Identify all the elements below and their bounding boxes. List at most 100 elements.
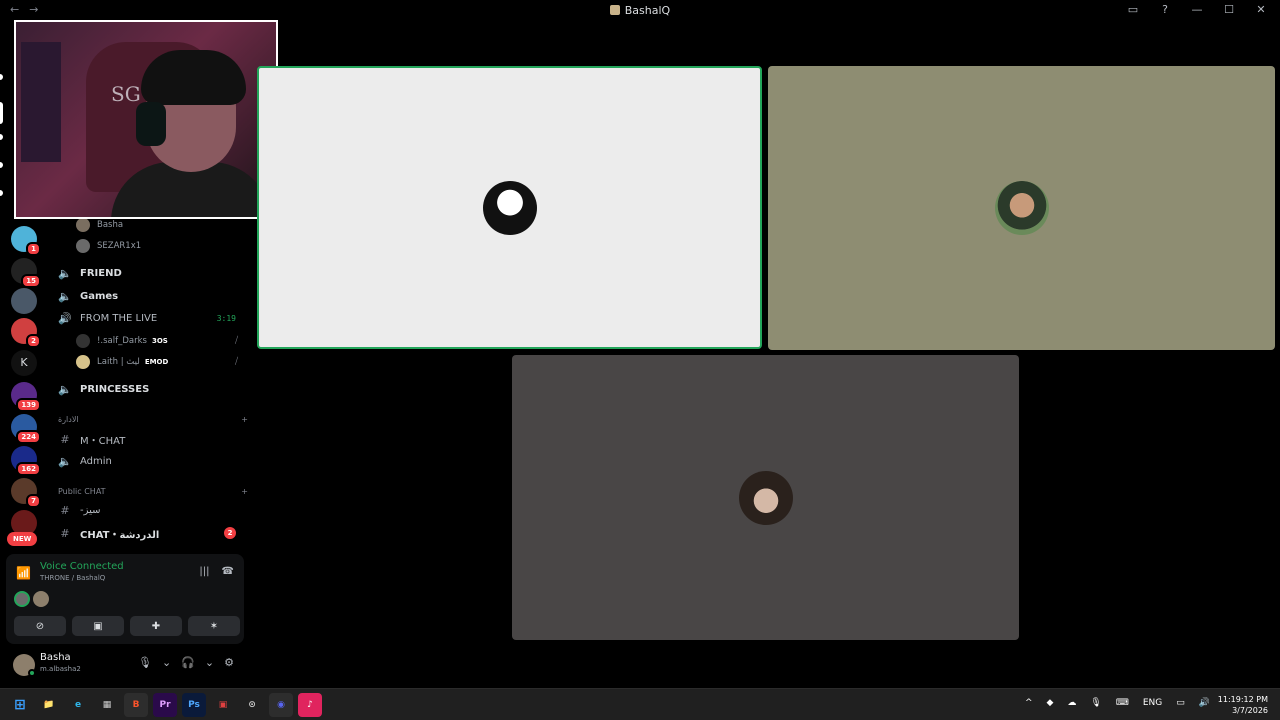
chevron-down-icon[interactable]: ⌄ bbox=[205, 656, 214, 669]
volume-icon[interactable]: 🔊 bbox=[1199, 698, 1210, 708]
server-badge: 2 bbox=[26, 334, 41, 348]
minimize-button[interactable]: — bbox=[1190, 3, 1204, 16]
voice-status[interactable]: Voice Connected bbox=[40, 561, 124, 572]
video-tile-speaking[interactable] bbox=[257, 66, 762, 349]
background-shelf bbox=[21, 42, 61, 162]
clock-time: 11:19:12 PM bbox=[1217, 695, 1268, 704]
voice-channel-princesses[interactable]: 🔈 PRINCESSES bbox=[58, 379, 248, 399]
start-button[interactable]: ⊞ bbox=[8, 693, 32, 717]
voice-channel-games[interactable]: 🔈 Games bbox=[58, 286, 248, 306]
user-name[interactable]: Basha bbox=[40, 652, 71, 663]
server-icon[interactable]: 7 bbox=[11, 478, 41, 508]
onedrive-icon[interactable]: ☁ bbox=[1067, 698, 1076, 708]
text-channel-m-chat[interactable]: # M・CHAT bbox=[58, 429, 248, 449]
voice-user-name: !.salf_Darks bbox=[97, 336, 147, 346]
video-tile[interactable] bbox=[512, 355, 1019, 640]
file-explorer-icon[interactable]: 📁 bbox=[37, 693, 61, 717]
voice-channel-live[interactable]: 🔊 FROM THE LIVE 3:19 bbox=[58, 308, 248, 328]
edge-icon[interactable]: e bbox=[66, 693, 90, 717]
screen-share-button[interactable]: ▣ bbox=[72, 616, 124, 636]
gear-icon[interactable]: ⚙ bbox=[224, 656, 234, 669]
add-channel-icon[interactable]: + bbox=[241, 487, 248, 496]
server-indicator bbox=[0, 102, 3, 124]
category-label: الادارة bbox=[58, 415, 79, 424]
voice-user[interactable]: !.salf_Darks 3OS bbox=[76, 332, 168, 350]
brave-icon[interactable]: B bbox=[124, 693, 148, 717]
channel-name: FRIEND bbox=[80, 267, 122, 279]
server-badge: 1 bbox=[26, 242, 41, 256]
store-icon[interactable]: ▦ bbox=[95, 693, 119, 717]
steam-icon[interactable]: ⊙ bbox=[240, 693, 264, 717]
server-icon[interactable]: 2 bbox=[11, 318, 41, 348]
voice-user[interactable]: Laith | ليث EMOD bbox=[76, 353, 168, 371]
chair-logo: SG bbox=[111, 82, 141, 106]
signal-icon[interactable]: 📶 bbox=[16, 566, 32, 582]
category-public-chat[interactable]: Public CHAT + bbox=[58, 487, 248, 496]
server-icon[interactable]: 162 bbox=[11, 446, 41, 476]
tiktok-icon[interactable]: ♪ bbox=[298, 693, 322, 717]
app-icon[interactable]: ▣ bbox=[211, 693, 235, 717]
voice-location[interactable]: THRONE / BashalQ bbox=[40, 574, 105, 582]
soundboard-button[interactable]: ✶ bbox=[188, 616, 240, 636]
voice-channel-admin[interactable]: 🔈 Admin bbox=[58, 451, 248, 471]
voice-user[interactable]: SEZAR1x1 bbox=[76, 237, 141, 255]
category-admin[interactable]: الادارة + bbox=[58, 415, 248, 424]
text-channel-chat[interactable]: # CHAT・الدردشة 2 bbox=[58, 523, 248, 543]
server-indicator bbox=[0, 134, 3, 140]
channel-name: -سيز bbox=[80, 504, 101, 516]
premiere-icon[interactable]: Pr bbox=[153, 693, 177, 717]
microphone-icon[interactable]: 🎙 bbox=[1090, 698, 1101, 708]
keyboard-icon[interactable]: ⌨ bbox=[1116, 698, 1129, 708]
text-channel[interactable]: # -سيز bbox=[58, 500, 248, 520]
person-hair bbox=[141, 50, 246, 105]
help-icon[interactable]: ? bbox=[1158, 3, 1172, 16]
server-icon[interactable]: 139 bbox=[11, 382, 41, 412]
voice-user-name: SEZAR1x1 bbox=[97, 241, 142, 251]
activities-button[interactable]: ✚ bbox=[130, 616, 182, 636]
voice-channel-friend[interactable]: 🔈 FRIEND bbox=[58, 263, 248, 283]
video-tile[interactable] bbox=[768, 66, 1275, 350]
microphone-icon[interactable]: 🎙 bbox=[138, 656, 152, 669]
clock[interactable]: 11:19:12 PM 3/7/2026 bbox=[1218, 694, 1268, 716]
avatar bbox=[76, 355, 90, 369]
headphones-icon[interactable]: 🎧 bbox=[181, 656, 195, 669]
discord-app: ← → BashalQ ▭ ? — ☐ ✕ 1 15 2 K 139 224 1… bbox=[0, 0, 1280, 688]
server-icon-k[interactable]: K bbox=[11, 350, 37, 376]
voice-user-name: Basha bbox=[97, 220, 124, 230]
server-icon[interactable]: 15 bbox=[11, 258, 41, 288]
disconnect-icon[interactable]: ☎ bbox=[222, 566, 234, 577]
server-badge: 139 bbox=[16, 398, 41, 412]
channel-name: PRINCESSES bbox=[80, 383, 150, 395]
speaker-icon: 🔈 bbox=[58, 382, 72, 396]
user-handle: m.albasha2 bbox=[40, 665, 81, 673]
server-badge: 224 bbox=[16, 430, 41, 444]
speaker-icon: 🔈 bbox=[58, 266, 72, 280]
tray-overflow-icon[interactable]: ^ bbox=[1025, 698, 1033, 708]
discord-icon[interactable]: ◉ bbox=[269, 693, 293, 717]
speaker-icon: 🔊 bbox=[58, 311, 72, 325]
close-button[interactable]: ✕ bbox=[1254, 3, 1268, 16]
unread-badge: 2 bbox=[224, 527, 236, 539]
language-indicator[interactable]: ENG bbox=[1143, 698, 1162, 708]
server-indicator bbox=[0, 74, 3, 80]
window-title: BashalQ bbox=[0, 4, 1280, 17]
new-badge[interactable]: NEW bbox=[7, 532, 38, 546]
server-icon[interactable]: 1 bbox=[11, 226, 41, 256]
maximize-button[interactable]: ☐ bbox=[1222, 3, 1236, 16]
noise-suppression-icon[interactable]: ||| bbox=[199, 566, 209, 577]
speaker-icon: 🔈 bbox=[58, 289, 72, 303]
inbox-icon[interactable]: ▭ bbox=[1126, 3, 1140, 16]
photoshop-icon[interactable]: Ps bbox=[182, 693, 206, 717]
tray-app-icon[interactable]: ◆ bbox=[1047, 698, 1054, 708]
server-icon[interactable] bbox=[11, 288, 37, 314]
hash-icon: # bbox=[60, 503, 70, 517]
camera-off-button[interactable]: ⊘ bbox=[14, 616, 66, 636]
server-indicator bbox=[0, 190, 3, 196]
network-icon[interactable]: ▭ bbox=[1176, 698, 1185, 708]
chevron-down-icon[interactable]: ⌄ bbox=[162, 656, 171, 669]
avatar bbox=[33, 591, 49, 607]
user-tag: 3OS bbox=[151, 337, 168, 345]
add-channel-icon[interactable]: + bbox=[241, 415, 248, 424]
server-icon[interactable]: 224 bbox=[11, 414, 41, 444]
avatar bbox=[14, 591, 30, 607]
